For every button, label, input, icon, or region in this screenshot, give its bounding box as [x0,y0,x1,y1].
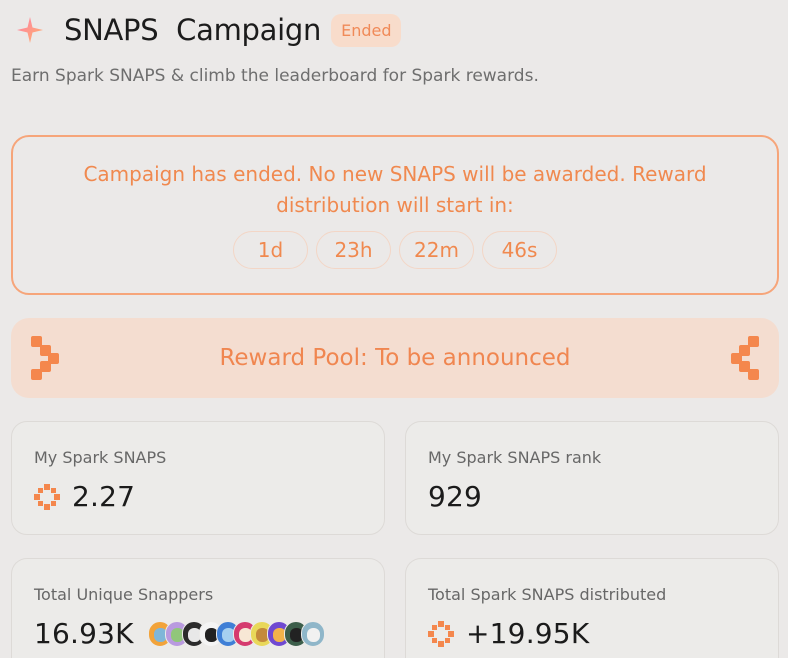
total-distributed-card: Total Spark SNAPS distributed +19.95K [405,558,779,658]
ended-message: Campaign has ended. No new SNAPS will be… [83,162,707,217]
my-snaps-value: 2.27 [72,480,136,513]
spark-logo-icon [17,17,43,43]
page-subtitle: Earn Spark SNAPS & climb the leaderboard… [11,66,539,86]
unique-snappers-value: 16.93K [34,617,134,650]
campaign-ended-notice: Campaign has ended. No new SNAPS will be… [11,135,779,295]
total-distributed-label: Total Spark SNAPS distributed [428,585,667,604]
my-rank-value: 929 [428,480,483,513]
page-title: SNAPS Campaign [64,13,322,47]
unique-snappers-card: Total Unique Snappers 16.93K [11,558,385,658]
pixel-right-decoration-icon [731,336,759,380]
pixel-left-decoration-icon [31,336,59,380]
my-rank-label: My Spark SNAPS rank [428,448,602,467]
countdown-seconds: 46s [482,231,557,269]
my-rank-card: My Spark SNAPS rank 929 [405,421,779,535]
snapper-avatar[interactable] [300,620,325,647]
my-snaps-card: My Spark SNAPS 2.27 [11,421,385,535]
my-snaps-label: My Spark SNAPS [34,448,167,467]
reward-pool-label: Reward Pool: To be announced [219,345,571,371]
status-badge: Ended [331,13,402,47]
reward-pool-banner: Reward Pool: To be announced [11,318,779,398]
snapper-avatar-stack[interactable] [147,620,325,647]
page-header: SNAPS Campaign Ended [16,10,402,50]
snaps-token-icon [34,483,60,510]
countdown-hours: 23h [316,231,391,269]
total-distributed-value: +19.95K [466,617,590,650]
snaps-token-icon [428,620,454,647]
countdown-timer: 1d 23h 22m 46s [13,231,777,269]
countdown-days: 1d [233,231,308,269]
avatar-face [306,627,320,642]
unique-snappers-label: Total Unique Snappers [34,585,214,604]
countdown-minutes: 22m [399,231,474,269]
